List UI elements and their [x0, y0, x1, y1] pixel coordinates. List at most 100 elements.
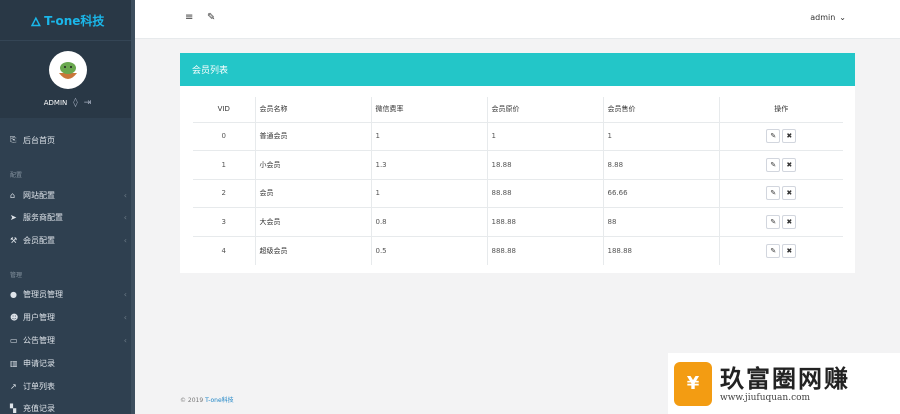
sidebar-item-label: 充值记录: [23, 403, 55, 413]
delete-button[interactable]: ✖: [782, 157, 797, 172]
sidebar-item-recharge-records[interactable]: ▚ 充值记录: [10, 401, 127, 414]
pencil-icon: ✎: [770, 189, 777, 198]
menu-toggle-icon[interactable]: ≡: [185, 12, 193, 23]
sidebar-item-user-manage[interactable]: ☻ 用户管理 ‹: [10, 310, 127, 324]
column-header-sale-price: 会员售价: [602, 97, 719, 123]
cell-sale-price: 1: [602, 121, 719, 151]
table-row: 2 会员 1 88.88 66.66 ✎ ✖: [193, 178, 843, 208]
column-header-original-price: 会员原价: [486, 97, 603, 123]
chevron-left-icon: ‹: [123, 335, 127, 345]
delete-button[interactable]: ✖: [782, 214, 797, 229]
table-row: 1 小会员 1.3 18.88 8.88 ✎ ✖: [193, 150, 843, 179]
column-header-name: 会员名称: [254, 97, 371, 123]
cell-sale-price: 188.88: [602, 235, 719, 265]
cell-wechat-rate: 0.5: [370, 235, 487, 265]
chevron-left-icon: ‹: [123, 289, 127, 299]
cell-actions: ✎ ✖: [718, 178, 843, 208]
edit-button[interactable]: ✎: [766, 214, 781, 229]
send-icon: ➤: [10, 212, 17, 222]
table-header-row: VID 会员名称 微信费率 会员原价 会员售价 操作: [193, 97, 843, 123]
chevron-left-icon: ‹: [123, 312, 127, 322]
sidebar-item-member-config[interactable]: ⚒ 会员配置 ‹: [10, 233, 127, 247]
close-icon: ✖: [786, 189, 793, 198]
cell-vid: 4: [193, 235, 255, 265]
sidebar: 🜂 T-one科技 ADMIN ◊ ⇥ ⎘ 后台首页 配置 ⌂ 网站配置 ‹ ➤…: [0, 0, 135, 414]
cell-actions: ✎ ✖: [718, 207, 843, 236]
users-icon: ☻: [10, 312, 19, 322]
sidebar-item-notice-manage[interactable]: ▭ 公告管理 ‹: [10, 333, 127, 347]
user-menu[interactable]: admin ⌄: [810, 13, 846, 22]
cell-name: 会员: [254, 178, 371, 208]
brand[interactable]: 🜂 T-one科技: [0, 0, 135, 40]
edit-button[interactable]: ✎: [766, 157, 781, 172]
sidebar-item-provider-config[interactable]: ➤ 服务商配置 ‹: [10, 210, 127, 224]
sidebar-item-label: 会员配置: [23, 235, 55, 245]
section-manage-heading: 管理: [10, 272, 23, 279]
wrench-icon: ⚒: [10, 235, 18, 245]
wrench-icon[interactable]: ✎: [207, 12, 215, 23]
logout-icon[interactable]: ⇥: [84, 98, 92, 108]
close-icon: ✖: [786, 132, 793, 141]
cell-original-price: 188.88: [486, 207, 603, 236]
sidebar-item-label: 订单列表: [23, 381, 55, 391]
close-icon: ✖: [786, 246, 793, 255]
cell-actions: ✎ ✖: [718, 121, 843, 151]
pencil-icon: ✎: [770, 132, 777, 141]
cell-name: 超级会员: [254, 235, 371, 265]
avatar[interactable]: [48, 51, 87, 89]
delete-button[interactable]: ✖: [782, 186, 797, 201]
cell-vid: 3: [193, 207, 255, 236]
profile-username[interactable]: ADMIN: [44, 99, 68, 107]
sidebar-item-label: 申请记录: [23, 358, 55, 368]
cell-wechat-rate: 0.8: [370, 207, 487, 236]
cell-vid: 1: [193, 150, 255, 179]
drop-icon[interactable]: ◊: [73, 98, 77, 108]
bar-chart-icon: ▥: [10, 358, 18, 368]
cell-wechat-rate: 1.3: [370, 150, 487, 179]
cell-sale-price: 66.66: [602, 178, 719, 208]
edit-button[interactable]: ✎: [766, 186, 781, 201]
sidebar-item-admin-manage[interactable]: ● 管理员管理 ‹: [10, 287, 127, 301]
panel-title: 会员列表: [180, 53, 855, 86]
table-row: 0 普通会员 1 1 1 ✎ ✖: [193, 121, 843, 151]
sidebar-item-site-config[interactable]: ⌂ 网站配置 ‹: [10, 188, 127, 202]
member-table: VID 会员名称 微信费率 会员原价 会员售价 操作 0 普通会员 1 1 1 …: [193, 97, 843, 265]
profile: ADMIN ◊ ⇥: [0, 40, 135, 118]
section-config-heading: 配置: [10, 172, 23, 179]
cell-original-price: 888.88: [486, 235, 603, 265]
line-chart-icon: ↗: [10, 381, 17, 391]
delete-button[interactable]: ✖: [782, 243, 797, 258]
sidebar-item-order-list[interactable]: ↗ 订单列表: [10, 379, 127, 393]
cell-original-price: 88.88: [486, 178, 603, 208]
sidebar-item-label: 管理员管理: [23, 289, 63, 299]
sidebar-scrollbar[interactable]: [131, 0, 135, 414]
delete-button[interactable]: ✖: [782, 129, 797, 144]
tag-icon: ⌂: [10, 190, 16, 200]
table-row: 4 超级会员 0.5 888.88 188.88 ✎ ✖: [193, 235, 843, 265]
pencil-icon: ✎: [770, 246, 777, 255]
footer: © 2019 T-one科技: [180, 395, 234, 404]
cell-sale-price: 88: [602, 207, 719, 236]
home-icon: ⎘: [10, 135, 17, 144]
watermark: ¥ 玖富圈网赚 www.jiufuquan.com: [668, 353, 900, 414]
edit-button[interactable]: ✎: [766, 129, 781, 144]
column-header-actions: 操作: [718, 97, 843, 123]
cell-name: 大会员: [254, 207, 371, 236]
sidebar-item-apply-records[interactable]: ▥ 申请记录: [10, 356, 127, 370]
table-row: 3 大会员 0.8 188.88 88 ✎ ✖: [193, 207, 843, 236]
chevron-left-icon: ‹: [123, 235, 127, 245]
cell-wechat-rate: 1: [370, 121, 487, 151]
sidebar-item-label: 服务商配置: [23, 212, 63, 222]
edit-button[interactable]: ✎: [766, 243, 781, 258]
watermark-url: www.jiufuquan.com: [720, 392, 811, 403]
member-table-panel: VID 会员名称 微信费率 会员原价 会员售价 操作 0 普通会员 1 1 1 …: [180, 86, 855, 273]
sidebar-item-home[interactable]: ⎘ 后台首页: [10, 133, 127, 147]
cell-original-price: 1: [486, 121, 603, 151]
footer-brand-link[interactable]: T-one科技: [205, 397, 234, 404]
cell-name: 小会员: [254, 150, 371, 179]
sidebar-item-label: 网站配置: [23, 190, 55, 200]
column-header-vid: VID: [193, 97, 255, 123]
chevron-down-icon: ⌄: [839, 13, 846, 22]
cell-wechat-rate: 1: [370, 178, 487, 208]
user-menu-label: admin: [810, 13, 836, 22]
